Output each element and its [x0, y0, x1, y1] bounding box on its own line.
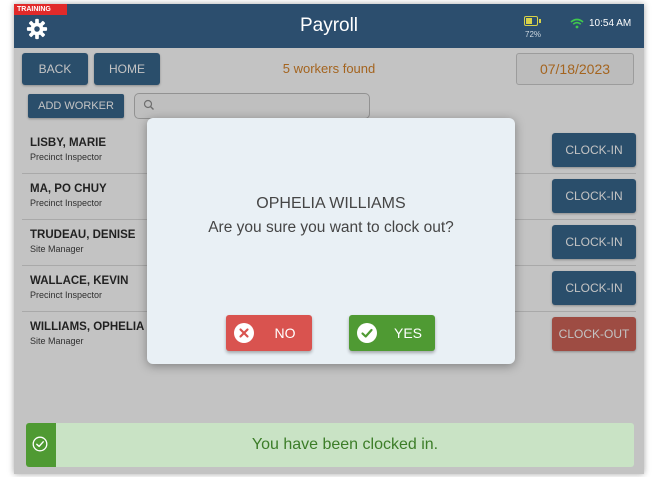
- check-circle-icon: [32, 436, 48, 452]
- top-bar: Payroll TRAINING 72% 10:54 AM: [14, 4, 644, 48]
- checkmark-icon: [357, 323, 377, 343]
- battery-icon: [524, 16, 541, 26]
- clock-out-dialog: OPHELIA WILLIAMS Are you sure you want t…: [147, 118, 515, 364]
- page-title: Payroll: [299, 15, 359, 36]
- dialog-message: Are you sure you want to clock out?: [208, 219, 454, 236]
- no-button-label: NO: [274, 325, 296, 341]
- success-toast: You have been clocked in.: [26, 423, 634, 467]
- toast-message: You have been clocked in.: [251, 436, 439, 453]
- battery-percent: 72%: [525, 30, 542, 39]
- training-badge: TRAINING: [14, 4, 67, 15]
- close-icon: [234, 323, 254, 343]
- toast-accent: [26, 423, 56, 467]
- payroll-app: Payroll TRAINING 72% 10:54 AM BACK HOME …: [14, 4, 644, 474]
- yes-button-label: YES: [393, 325, 422, 341]
- clock-time: 10:54 AM: [589, 18, 632, 29]
- gear-icon[interactable]: [26, 18, 48, 40]
- dialog-worker-name: OPHELIA WILLIAMS: [256, 195, 406, 212]
- wifi-icon: [570, 18, 584, 29]
- no-button[interactable]: NO: [226, 315, 312, 351]
- yes-button[interactable]: YES: [349, 315, 435, 351]
